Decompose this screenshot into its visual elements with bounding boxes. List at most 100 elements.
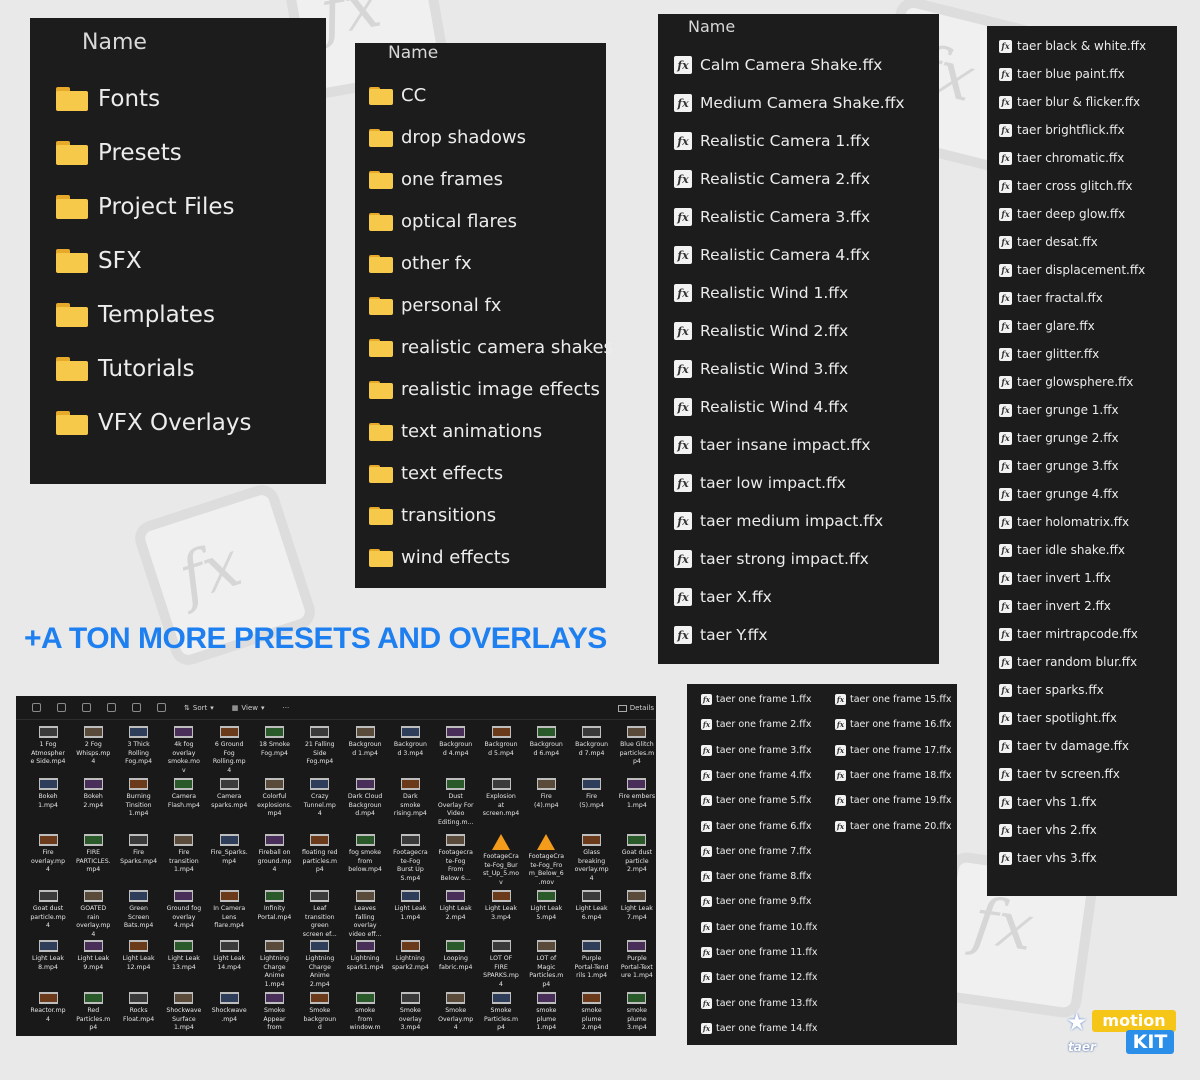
video-file-tile[interactable]: Bokeh 1.mp4 [26, 778, 70, 810]
video-file-tile[interactable]: Green Screen Bats.mp4 [117, 890, 161, 931]
video-file-tile[interactable]: Looping fabric.mp4 [434, 940, 478, 972]
file-item[interactable]: fx taer glitter.ffx [999, 347, 1099, 361]
folder-item[interactable]: drop shadows [369, 127, 526, 148]
file-item[interactable]: fx taer one frame 3.ffx [701, 744, 811, 756]
folder-item[interactable]: SFX [56, 248, 142, 274]
video-file-tile[interactable]: Light Leak 13.mp4 [162, 940, 206, 972]
video-file-tile[interactable]: Shockwave .mp4 [207, 992, 251, 1024]
video-file-tile[interactable]: Dust Overlay For Video Editing.m... [434, 778, 478, 827]
folder-item[interactable]: wind effects [369, 547, 510, 568]
video-file-tile[interactable]: Fire_Sparks. mp4 [207, 834, 251, 866]
video-file-tile[interactable]: Fire embers 1.mp4 [615, 778, 656, 810]
folder-item[interactable]: Tutorials [56, 356, 195, 382]
video-file-tile[interactable]: FootageCra te-Fog_Bur st_Up_5.mo v [479, 834, 523, 887]
file-item[interactable]: fx taer one frame 19.ffx [835, 795, 951, 807]
file-item[interactable]: fx taer one frame 10.ffx [701, 921, 817, 933]
video-file-tile[interactable]: Colorful explosions. mp4 [253, 778, 297, 819]
video-file-tile[interactable]: Leaves falling overlay video eff... [343, 890, 387, 939]
rename-icon[interactable] [107, 703, 116, 712]
video-file-tile[interactable]: Backgroun d 7.mp4 [570, 726, 614, 758]
file-item[interactable]: fx taer one frame 1.ffx [701, 694, 811, 705]
video-file-tile[interactable]: smoke plume 3.mp4 [615, 992, 656, 1033]
folder-item[interactable]: optical flares [369, 211, 517, 232]
video-file-tile[interactable]: Goat dust particle 2.mp4 [615, 834, 656, 875]
file-item[interactable]: fx Realistic Camera 3.ffx [674, 208, 870, 226]
video-file-tile[interactable]: Light Leak 7.mp4 [615, 890, 656, 922]
video-file-tile[interactable]: Lightning Charge Anime 2.mp4 [298, 940, 342, 989]
file-item[interactable]: fx taer grunge 2.ffx [999, 431, 1119, 445]
file-item[interactable]: fx taer Y.ffx [674, 626, 768, 644]
video-file-tile[interactable]: LOT OF FIRE SPARKS.mp 4 [479, 940, 523, 989]
folder-item[interactable]: other fx [369, 253, 472, 274]
file-item[interactable]: fx taer one frame 20.ffx [835, 820, 951, 832]
video-file-tile[interactable]: Backgroun d 5.mp4 [479, 726, 523, 758]
paste-icon[interactable] [82, 703, 91, 712]
file-item[interactable]: fx taer tv damage.ffx [999, 739, 1129, 753]
folder-item[interactable]: one frames [369, 169, 503, 190]
folder-item[interactable]: realistic camera shakes [369, 337, 613, 358]
file-item[interactable]: fx taer sparks.ffx [999, 683, 1104, 697]
name-column-header[interactable]: Name [82, 30, 147, 55]
video-file-tile[interactable]: Lightning spark1.mp4 [343, 940, 387, 972]
folder-item[interactable]: Project Files [56, 194, 234, 220]
video-file-tile[interactable]: Goat dust particle.mp 4 [26, 890, 70, 931]
video-file-tile[interactable]: Camera Flash.mp4 [162, 778, 206, 810]
details-pane-button[interactable]: Details [617, 704, 654, 712]
video-file-tile[interactable]: Footagecra te-Fog From Below 6... [434, 834, 478, 883]
file-item[interactable]: fx taer vhs 1.ffx [999, 795, 1097, 809]
file-item[interactable]: fx taer deep glow.ffx [999, 207, 1125, 221]
video-file-tile[interactable]: Dark Cloud Backgroun d.mp4 [343, 778, 387, 819]
video-file-tile[interactable]: Ground fog overlay 4.mp4 [162, 890, 206, 931]
video-file-tile[interactable]: Backgroun d 4.mp4 [434, 726, 478, 758]
file-item[interactable]: fx Realistic Wind 3.ffx [674, 360, 848, 378]
video-file-tile[interactable]: Purple Portal-Tend rils 1.mp4 [570, 940, 614, 981]
video-file-tile[interactable]: Infinity Portal.mp4 [253, 890, 297, 922]
video-file-tile[interactable]: Dark smoke rising.mp4 [388, 778, 432, 819]
file-item[interactable]: fx Medium Camera Shake.ffx [674, 94, 905, 112]
file-item[interactable]: fx taer idle shake.ffx [999, 543, 1125, 557]
file-item[interactable]: fx taer strong impact.ffx [674, 550, 869, 568]
video-file-tile[interactable]: 1 Fog Atmospher e Side.mp4 [26, 726, 70, 767]
video-file-tile[interactable]: Backgroun d 6.mp4 [524, 726, 568, 758]
video-file-tile[interactable]: GOATED rain overlay.mp 4 [71, 890, 115, 939]
video-file-tile[interactable]: FootageCra te-Fog_Fro m_Below_6 .mov [524, 834, 568, 887]
video-file-tile[interactable]: Smoke overlay 3.mp4 [388, 992, 432, 1033]
video-file-tile[interactable]: 4k fog overlay smoke.mo v [162, 726, 206, 775]
file-item[interactable]: fx taer vhs 2.ffx [999, 823, 1097, 837]
file-item[interactable]: fx taer one frame 6.ffx [701, 820, 811, 832]
folder-item[interactable]: text animations [369, 421, 542, 442]
file-item[interactable]: fx taer black & white.ffx [999, 39, 1146, 53]
video-file-tile[interactable]: Camera sparks.mp4 [207, 778, 251, 810]
video-file-tile[interactable]: Light Leak 6.mp4 [570, 890, 614, 922]
file-item[interactable]: fx taer vhs 3.ffx [999, 851, 1097, 865]
video-file-tile[interactable]: Light Leak 2.mp4 [434, 890, 478, 922]
video-file-tile[interactable]: Purple Portal-Text ure 1.mp4 [615, 940, 656, 981]
folder-item[interactable]: Presets [56, 140, 182, 166]
file-item[interactable]: fx taer one frame 17.ffx [835, 744, 951, 756]
video-file-tile[interactable]: Light Leak 8.mp4 [26, 940, 70, 972]
file-item[interactable]: fx taer one frame 16.ffx [835, 719, 951, 731]
file-item[interactable]: fx Realistic Camera 1.ffx [674, 132, 870, 150]
file-item[interactable]: fx taer blue paint.ffx [999, 67, 1125, 81]
file-item[interactable]: fx taer glowsphere.ffx [999, 375, 1133, 389]
video-file-tile[interactable]: Crazy Tunnel.mp 4 [298, 778, 342, 819]
folder-item[interactable]: Templates [56, 302, 215, 328]
file-item[interactable]: fx taer tv screen.ffx [999, 767, 1120, 781]
video-file-tile[interactable]: Glass breaking overlay.mp 4 [570, 834, 614, 883]
name-column-header[interactable]: Name [688, 17, 735, 36]
video-file-tile[interactable]: Rocks Float.mp4 [117, 992, 161, 1024]
folder-item[interactable]: CC [369, 85, 426, 106]
file-item[interactable]: fx taer invert 1.ffx [999, 571, 1111, 585]
video-file-tile[interactable]: Reactor.mp 4 [26, 992, 70, 1024]
file-item[interactable]: fx taer one frame 11.ffx [701, 947, 817, 958]
share-icon[interactable] [132, 703, 141, 712]
file-item[interactable]: fx taer blur & flicker.ffx [999, 95, 1140, 109]
file-item[interactable]: fx taer medium impact.ffx [674, 512, 883, 530]
video-file-tile[interactable]: 3 Thick Rolling Fog.mp4 [117, 726, 161, 767]
video-file-tile[interactable]: Burning Tinsition 1.mp4 [117, 778, 161, 819]
video-file-tile[interactable]: Light Leak 9.mp4 [71, 940, 115, 972]
cut-icon[interactable] [32, 703, 41, 712]
file-item[interactable]: fx taer grunge 4.ffx [999, 487, 1119, 501]
folder-item[interactable]: Fonts [56, 86, 160, 112]
video-file-tile[interactable]: smoke from window.m [343, 992, 387, 1033]
